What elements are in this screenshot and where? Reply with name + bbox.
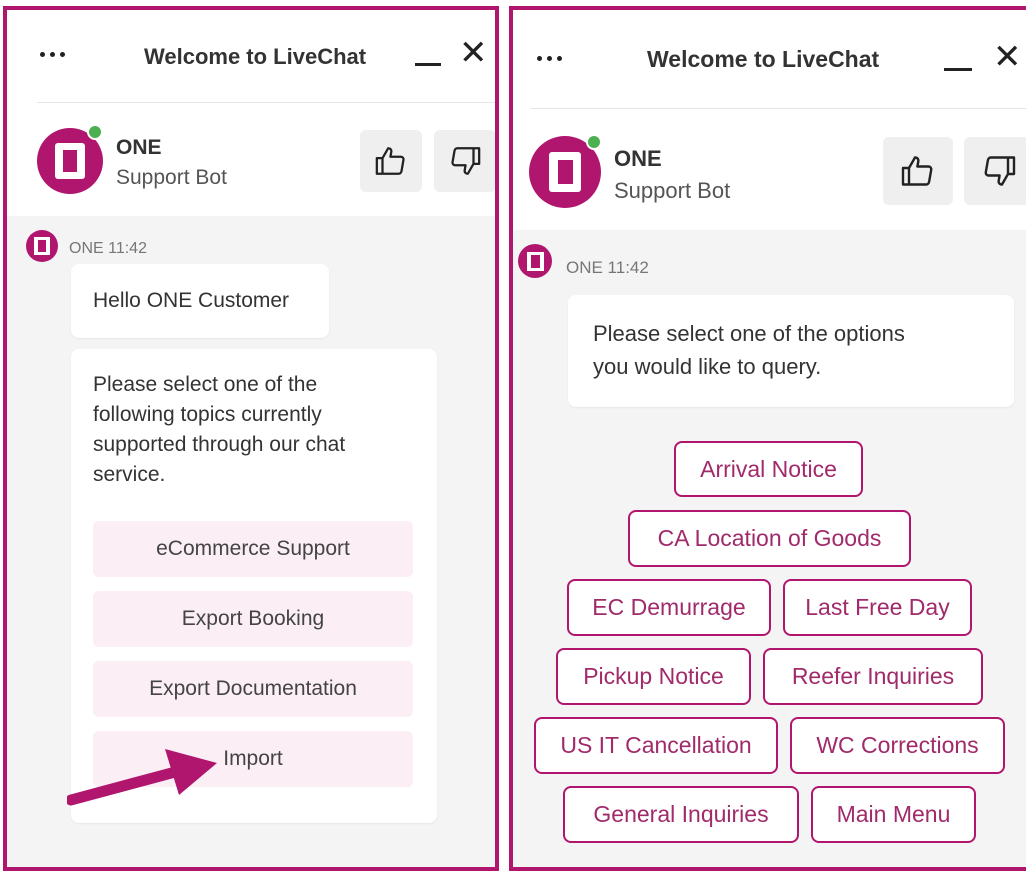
thumbs-down-icon	[984, 156, 1016, 186]
more-dots-icon[interactable]	[40, 52, 65, 57]
prompt-line: service.	[93, 463, 166, 486]
query-bubble: Please select one of the options you wou…	[568, 295, 1014, 407]
agent-name: ONE	[614, 146, 662, 171]
annotation-arrow	[67, 749, 217, 806]
option-last-free-day[interactable]: Last Free Day	[783, 579, 972, 636]
option-general-inquiries[interactable]: General Inquiries	[563, 786, 799, 843]
message-avatar	[518, 244, 552, 278]
minimize-icon[interactable]	[415, 63, 441, 66]
online-status-dot	[586, 134, 602, 150]
prompt-line: following topics currently	[93, 403, 322, 426]
chat-window-left: Welcome to LiveChat ✕ ONE Support Bot ON…	[3, 6, 499, 871]
prompt-line: Please select one of the	[93, 373, 318, 396]
chat-header: Welcome to LiveChat ✕ ONE Support Bot	[513, 10, 1026, 230]
message-meta: ONE 11:42	[566, 258, 649, 277]
query-prompt: Please select one of the options you wou…	[593, 317, 905, 383]
prompt-line: Please select one of the options	[593, 321, 905, 346]
prompt-line: supported through our chat	[93, 433, 346, 456]
thumbs-up-button[interactable]	[883, 137, 953, 205]
agent-role: Support Bot	[116, 166, 227, 189]
option-ecommerce-support[interactable]: eCommerce Support	[93, 521, 413, 577]
thumbs-down-button[interactable]	[964, 137, 1026, 205]
thumbs-up-icon	[375, 147, 405, 175]
online-status-dot	[87, 124, 103, 140]
chat-window-right: Welcome to LiveChat ✕ ONE Support Bot ON…	[509, 6, 1026, 871]
option-export-booking[interactable]: Export Booking	[93, 591, 413, 647]
thumbs-down-button[interactable]	[434, 130, 495, 192]
option-ca-location-of-goods[interactable]: CA Location of Goods	[628, 510, 911, 567]
message-meta: ONE 11:42	[69, 240, 147, 257]
more-dots-icon[interactable]	[537, 56, 562, 61]
thumbs-up-icon	[901, 156, 933, 186]
agent-role: Support Bot	[614, 178, 731, 203]
header-divider	[531, 108, 1026, 109]
close-icon[interactable]: ✕	[993, 40, 1022, 74]
close-icon[interactable]: ✕	[459, 36, 488, 70]
topics-prompt: Please select one of the following topic…	[93, 370, 345, 490]
option-main-menu[interactable]: Main Menu	[811, 786, 976, 843]
option-export-documentation[interactable]: Export Documentation	[93, 661, 413, 717]
message-avatar	[26, 230, 58, 262]
window-title: Welcome to LiveChat	[144, 44, 367, 69]
chat-header: Welcome to LiveChat ✕ ONE Support Bot	[7, 10, 495, 216]
option-arrival-notice[interactable]: Arrival Notice	[674, 441, 863, 497]
window-title: Welcome to LiveChat	[647, 46, 880, 72]
option-us-it-cancellation[interactable]: US IT Cancellation	[534, 717, 778, 774]
option-pickup-notice[interactable]: Pickup Notice	[556, 648, 751, 705]
option-reefer-inquiries[interactable]: Reefer Inquiries	[763, 648, 983, 705]
header-divider	[37, 102, 495, 103]
option-ec-demurrage[interactable]: EC Demurrage	[567, 579, 771, 636]
agent-name: ONE	[116, 136, 162, 159]
option-wc-corrections[interactable]: WC Corrections	[790, 717, 1005, 774]
thumbs-up-button[interactable]	[360, 130, 422, 192]
prompt-line: you would like to query.	[593, 354, 822, 379]
greeting-text: Hello ONE Customer	[93, 289, 290, 312]
greeting-bubble: Hello ONE Customer	[71, 264, 329, 338]
thumbs-down-icon	[451, 147, 481, 175]
minimize-icon[interactable]	[944, 68, 972, 71]
